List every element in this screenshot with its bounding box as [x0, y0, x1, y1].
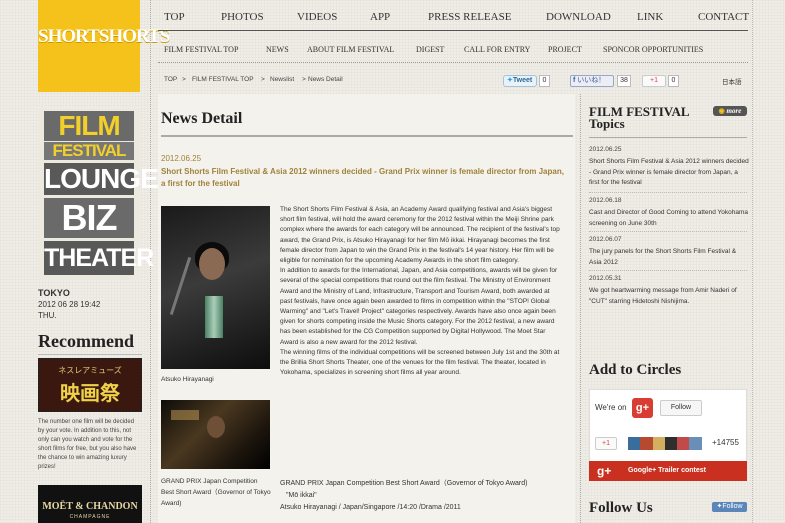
- facebook-like-button[interactable]: f いいね！: [570, 75, 614, 87]
- nav-top[interactable]: TOP: [164, 11, 185, 23]
- topic-link[interactable]: Short Shorts Film Festival & Asia 2012 w…: [589, 157, 749, 189]
- logo-text: SHORTSHORTS: [38, 26, 170, 47]
- google-plus-trailer-contest-banner[interactable]: g+ Google+ Trailer contest: [589, 461, 747, 481]
- lounge-word-biz: BIZ: [44, 198, 134, 238]
- trailer-contest-label: Google+ Trailer contest: [628, 467, 706, 474]
- subnav-news[interactable]: NEWS: [266, 45, 289, 54]
- gp-film: "Mō ikkai": [286, 492, 317, 499]
- film-festival-lounge-banner[interactable]: FILM FESTIVAL LOUNGE BIZ THEATER: [38, 108, 159, 280]
- nav-photos[interactable]: PHOTOS: [221, 11, 264, 23]
- nav-press-release[interactable]: PRESS RELEASE: [428, 11, 511, 23]
- topic-link[interactable]: Cast and Director of Good Coming to atte…: [589, 208, 749, 229]
- moet-name: MOËT & CHANDON: [42, 501, 138, 512]
- moet-chandon-banner[interactable]: MOËT & CHANDON CHAMPAGNE: [38, 485, 142, 523]
- grand-prix-info: GRAND PRIX Japan Competition Best Short …: [280, 478, 563, 514]
- lounge-word-lounge: LOUNGE: [44, 163, 159, 195]
- weekday: THU.: [38, 311, 57, 320]
- follower-count: +14755: [712, 438, 739, 447]
- subnav-about[interactable]: ABOUT FILM FESTIVAL: [307, 45, 394, 54]
- film-still-photo: [161, 400, 270, 469]
- topic-date: 2012.05.31: [589, 275, 622, 282]
- lounge-word-festival: FESTIVAL: [44, 142, 134, 160]
- banner-big-text: 映画祭: [60, 383, 120, 405]
- datetime: 2012 06 28 19:42: [38, 300, 101, 309]
- lounge-word-film: FILM: [44, 111, 134, 141]
- nav-link[interactable]: LINK: [637, 11, 663, 23]
- page-title: News Detail: [161, 110, 243, 127]
- local-time: TOKYO 2012 06 28 19:42 THU.: [38, 288, 100, 321]
- lounge-word-theater: THEATER: [44, 241, 154, 275]
- google-plus-icon: g+: [597, 464, 612, 478]
- google-plus-icon[interactable]: g+: [632, 398, 653, 418]
- subnav-sponsor[interactable]: SPONCOR OPPORTUNITIES: [603, 45, 703, 54]
- breadcrumb-current: News Detail: [308, 76, 343, 83]
- breadcrumb-newslist[interactable]: Newslist: [270, 76, 294, 83]
- topic-date: 2012.06.25: [589, 146, 622, 153]
- photo-caption-1: Atsuko Hirayanagi: [161, 376, 214, 383]
- site-logo[interactable]: SHORTSHORTS: [38, 0, 170, 92]
- subnav-call-for-entry[interactable]: CALL FOR ENTRY: [464, 45, 530, 54]
- article-date: 2012.06.25: [161, 154, 202, 163]
- subnav-film-festival-top[interactable]: FILM FESTIVAL TOP: [164, 45, 238, 54]
- gplus-plus-one-button[interactable]: +1: [595, 437, 617, 450]
- breadcrumb-film-festival-top[interactable]: FILM FESTIVAL TOP: [192, 76, 254, 83]
- gplus-follow-button[interactable]: Follow: [660, 400, 702, 416]
- recommend-note: The number one film will be decided by y…: [38, 419, 137, 470]
- plus-count: 0: [668, 75, 679, 87]
- topic-link[interactable]: We got heartwarming message from Amir Na…: [589, 286, 749, 307]
- follow-us-heading: Follow Us: [589, 500, 653, 516]
- tweet-count: 0: [539, 75, 550, 87]
- gp-title: GRAND PRIX Japan Competition Best Short …: [280, 480, 528, 487]
- city-label: TOKYO: [38, 288, 70, 298]
- gp-credit: Atsuko Hirayanagi / Japan/Singapore /14:…: [280, 504, 461, 511]
- nav-contact[interactable]: CONTACT: [698, 11, 749, 23]
- breadcrumb-top[interactable]: TOP: [164, 76, 177, 83]
- topics-heading-line2: Topics: [589, 116, 625, 131]
- topics-heading: FILM FESTIVAL Topics: [589, 105, 690, 131]
- topic-date: 2012.06.18: [589, 197, 622, 204]
- like-count: 38: [617, 75, 631, 87]
- subnav-project[interactable]: PROJECT: [548, 45, 582, 54]
- winner-photo: [161, 206, 270, 369]
- add-to-circles-heading: Add to Circles: [589, 362, 682, 378]
- topics-more-button[interactable]: ◉ more: [713, 106, 747, 116]
- nav-videos[interactable]: VIDEOS: [297, 11, 337, 23]
- photo-caption-2: GRAND PRIX Japan Competition Best Short …: [161, 478, 271, 507]
- follower-avatars: [628, 437, 702, 450]
- nav-app[interactable]: APP: [370, 11, 390, 23]
- subnav-digest[interactable]: DIGEST: [416, 45, 444, 54]
- topic-link[interactable]: The jury panels for the Short Shorts Fil…: [589, 247, 749, 268]
- nav-download[interactable]: DOWNLOAD: [546, 11, 611, 23]
- topic-date: 2012.06.07: [589, 236, 622, 243]
- we-on-label: We're on: [595, 403, 627, 412]
- google-plus-one-button[interactable]: +1: [642, 75, 666, 87]
- banner-small-text: ネスレアミューズ: [58, 366, 122, 375]
- recommend-heading: Recommend: [38, 331, 142, 355]
- arrow-icon: ◉: [718, 107, 725, 115]
- article-headline: Short Shorts Film Festival & Asia 2012 w…: [161, 167, 564, 188]
- article-body: The Short Shorts Film Festival & Asia, a…: [280, 206, 560, 377]
- twitter-follow-button[interactable]: ✦Follow: [712, 502, 747, 512]
- tweet-button[interactable]: ✦Tweet: [503, 75, 537, 87]
- moet-sub: CHAMPAGNE: [69, 514, 111, 520]
- nestle-film-festival-banner[interactable]: ネスレアミューズ 映画祭: [38, 358, 142, 412]
- language-switch[interactable]: 日本語: [722, 76, 742, 86]
